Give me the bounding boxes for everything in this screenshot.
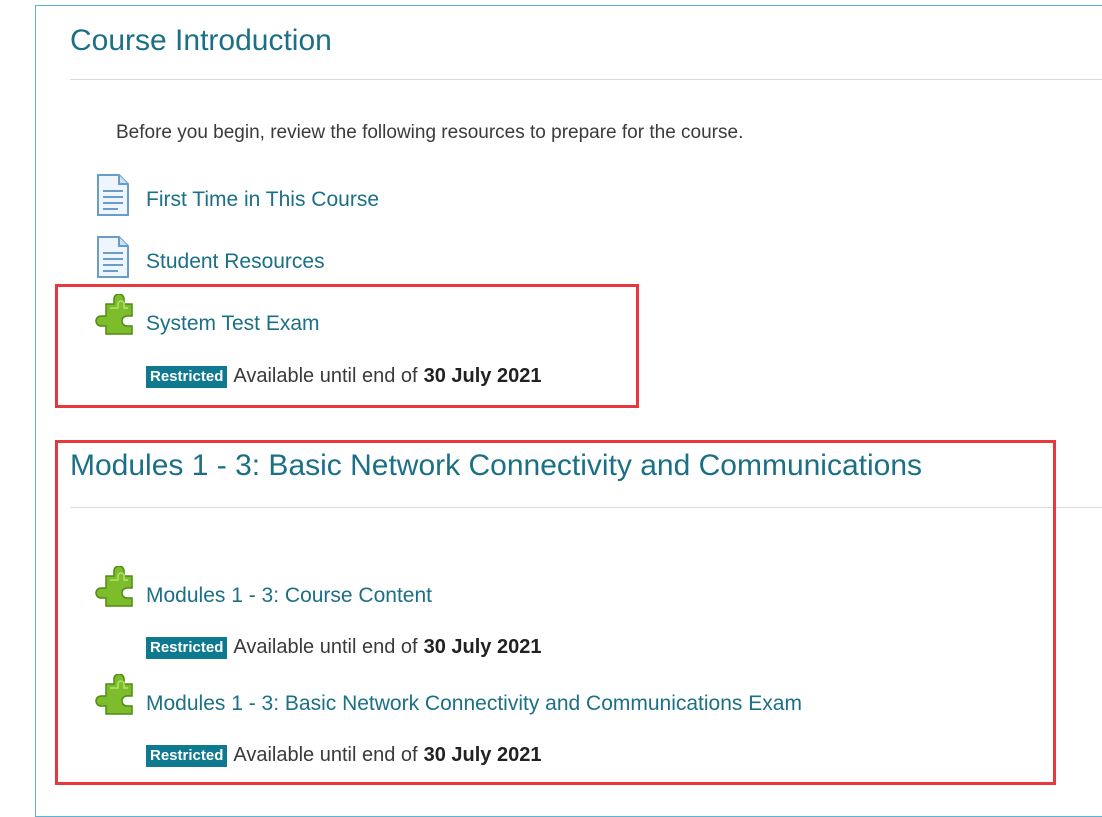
highlight-box <box>55 440 1056 785</box>
section-title: Course Introduction <box>70 24 332 57</box>
document-icon <box>96 174 130 221</box>
section-intro: Before you begin, review the following r… <box>116 122 744 143</box>
divider <box>70 79 1102 80</box>
activity-link[interactable]: Student Resources <box>146 250 325 274</box>
highlight-box <box>55 284 639 408</box>
activity-link[interactable]: First Time in This Course <box>146 188 379 212</box>
document-icon <box>96 236 130 283</box>
